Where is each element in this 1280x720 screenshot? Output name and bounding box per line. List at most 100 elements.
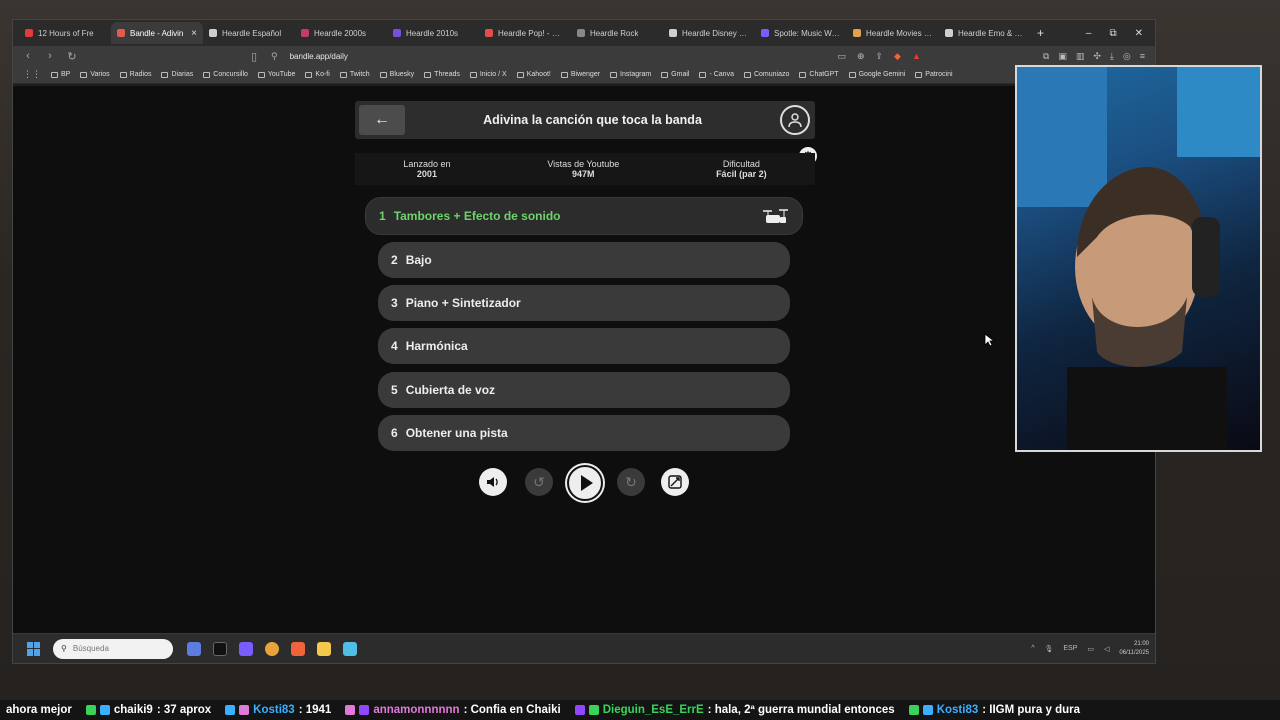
- hint-row[interactable]: 6 Obtener una pista: [378, 415, 790, 451]
- bookmark-item[interactable]: Gmail: [661, 71, 689, 78]
- menu-icon[interactable]: ≡: [1140, 51, 1145, 62]
- bookmark-item[interactable]: Patrocini: [915, 71, 953, 78]
- language-indicator[interactable]: ESP: [1063, 645, 1077, 652]
- stat-difficulty-label: Dificultad: [722, 159, 760, 169]
- close-tab-icon[interactable]: ×: [191, 28, 197, 39]
- close-window-button[interactable]: ✕: [1135, 28, 1143, 39]
- url-field[interactable]: bandle.app/daily: [290, 52, 348, 61]
- instrument-row-1[interactable]: 1 Tambores + Efecto de sonido: [365, 197, 803, 235]
- instrument-row-2[interactable]: 2 Bajo: [378, 242, 790, 278]
- bookmark-item[interactable]: Instagram: [610, 71, 651, 78]
- forward-nav-icon[interactable]: ›: [45, 50, 55, 62]
- discord-icon[interactable]: [239, 641, 253, 656]
- reload-icon[interactable]: ↻: [67, 50, 77, 63]
- bookmark-item[interactable]: Varios: [80, 71, 110, 78]
- bookmark-item[interactable]: Bluesky: [379, 71, 414, 78]
- tab-favicon-icon: [209, 29, 217, 37]
- bookmark-item[interactable]: Comuniazo: [743, 71, 790, 78]
- chat-badge-icon: [359, 705, 370, 715]
- instrument-row-5[interactable]: 5 Cubierta de voz: [378, 372, 790, 408]
- bookmark-item[interactable]: YouTube: [257, 71, 295, 78]
- bookmark-item[interactable]: ChatGPT: [799, 71, 839, 78]
- windows-start-icon[interactable]: [27, 641, 41, 656]
- browser-tab[interactable]: Heardle Pop! - Can: [479, 22, 571, 44]
- instrument-row-3[interactable]: 3 Piano + Sintetizador: [378, 285, 790, 321]
- site-info-icon[interactable]: ⚲: [271, 51, 278, 62]
- tab-label: Heardle Pop! - Can: [498, 28, 565, 38]
- bookmark-item[interactable]: Threads: [424, 71, 460, 78]
- network-icon[interactable]: ▭: [1087, 645, 1094, 653]
- row-label: Harmónica: [405, 339, 468, 353]
- browser-tab[interactable]: Heardle Rock: [571, 22, 663, 44]
- calculator-icon[interactable]: [343, 641, 357, 656]
- clock[interactable]: 21:00 06/11/2025: [1119, 640, 1149, 658]
- new-tab-button[interactable]: +: [1037, 26, 1044, 40]
- screen-icon[interactable]: ▭: [837, 51, 846, 62]
- download-icon[interactable]: ⤓: [1110, 51, 1114, 62]
- chrome-icon[interactable]: [265, 641, 279, 656]
- back-button[interactable]: ←: [359, 105, 405, 135]
- folder-icon[interactable]: [317, 641, 331, 656]
- back-nav-icon[interactable]: ‹: [23, 50, 33, 62]
- bookmark-label: Varios: [90, 71, 110, 78]
- bookmark-icon[interactable]: ▯: [249, 50, 259, 63]
- browser-tab[interactable]: Spotle: Music Word: [755, 22, 847, 44]
- browser-tab[interactable]: Bandle - Adivin ×: [111, 22, 203, 44]
- brave-shield-icon[interactable]: ◆: [894, 51, 901, 62]
- zoom-icon[interactable]: ⊕: [857, 51, 865, 62]
- instrument-row-4[interactable]: 4 Harmónica: [378, 328, 790, 364]
- bookmark-icon: [516, 71, 524, 78]
- browser-tab[interactable]: Heardle Español: [203, 22, 295, 44]
- bookmark-item[interactable]: Inicio / X: [469, 71, 507, 78]
- profile-button[interactable]: [780, 105, 810, 135]
- sidebar-icon[interactable]: ▥: [1076, 51, 1085, 62]
- vpn-icon[interactable]: ◎: [1123, 51, 1131, 62]
- bookmark-item[interactable]: Concursillo: [203, 71, 248, 78]
- chat-username: annamonnnnnn: [373, 704, 460, 716]
- minimize-button[interactable]: –: [1086, 28, 1092, 39]
- chat-text: : hala, 2ª guerra mundial entonces: [707, 704, 895, 716]
- browser-tab[interactable]: 12 Hours of Fre: [19, 22, 111, 44]
- bookmark-item[interactable]: - Canva: [699, 71, 734, 78]
- apps-icon[interactable]: ⋮⋮: [23, 69, 41, 80]
- bookmark-item[interactable]: Radios: [119, 71, 151, 78]
- bookmark-item[interactable]: Biwenger: [560, 71, 600, 78]
- copilot-icon[interactable]: [187, 641, 201, 656]
- bookmark-item[interactable]: Twitch: [339, 71, 370, 78]
- bookmark-item[interactable]: Diarias: [161, 71, 193, 78]
- puzzle-icon[interactable]: ✣: [1093, 51, 1101, 62]
- forward-button[interactable]: ↻: [617, 468, 645, 496]
- stat-release-value: 2001: [416, 169, 437, 179]
- browser-tab[interactable]: Heardle Movies - Te: [847, 22, 939, 44]
- browser-tab[interactable]: Heardle 2010s: [387, 22, 479, 44]
- bookmark-item[interactable]: Google Gemini: [848, 71, 905, 78]
- maximize-button[interactable]: ⧉: [1109, 28, 1116, 39]
- bookmark-item[interactable]: Kahoot!: [516, 71, 551, 78]
- volume-button[interactable]: [479, 468, 507, 496]
- mic-icon[interactable]: 🎙: [1044, 645, 1053, 653]
- speaker-icon[interactable]: ◁: [1104, 645, 1109, 653]
- taskbar-search[interactable]: ⚲ Búsqueda: [53, 638, 173, 659]
- chat-message: chaiki9: 37 aprox: [85, 704, 211, 716]
- brave-icon[interactable]: [291, 641, 305, 656]
- bookmark-item[interactable]: BP: [51, 71, 70, 78]
- browser-window: 12 Hours of Fre Bandle - Adivin × Heardle E…: [12, 19, 1156, 664]
- row-number: 4: [391, 339, 398, 353]
- webcam-overlay: [1015, 65, 1262, 452]
- chevron-up-icon[interactable]: ^: [1031, 645, 1034, 652]
- play-button[interactable]: [565, 463, 605, 503]
- wallet-icon[interactable]: ▣: [1058, 51, 1067, 62]
- bookmark-icon: [119, 71, 127, 78]
- rewards-icon[interactable]: ▲: [912, 51, 921, 62]
- rewind-button[interactable]: ↺: [525, 468, 553, 496]
- extensions-icon[interactable]: ⧉: [1043, 51, 1049, 62]
- browser-tab[interactable]: Heardle Emo & Pop: [939, 22, 1031, 44]
- obs-icon[interactable]: [213, 641, 227, 656]
- bookmark-item[interactable]: Ko-fi: [305, 71, 330, 78]
- browser-tab[interactable]: Heardle 2000s: [295, 22, 387, 44]
- bookmark-label: Comuniazo: [753, 71, 790, 78]
- browser-tab[interactable]: Heardle Disney - Do: [663, 22, 755, 44]
- skip-button[interactable]: [661, 468, 689, 496]
- chat-badge-icon: [922, 705, 933, 715]
- share-icon[interactable]: ⇪: [875, 51, 883, 62]
